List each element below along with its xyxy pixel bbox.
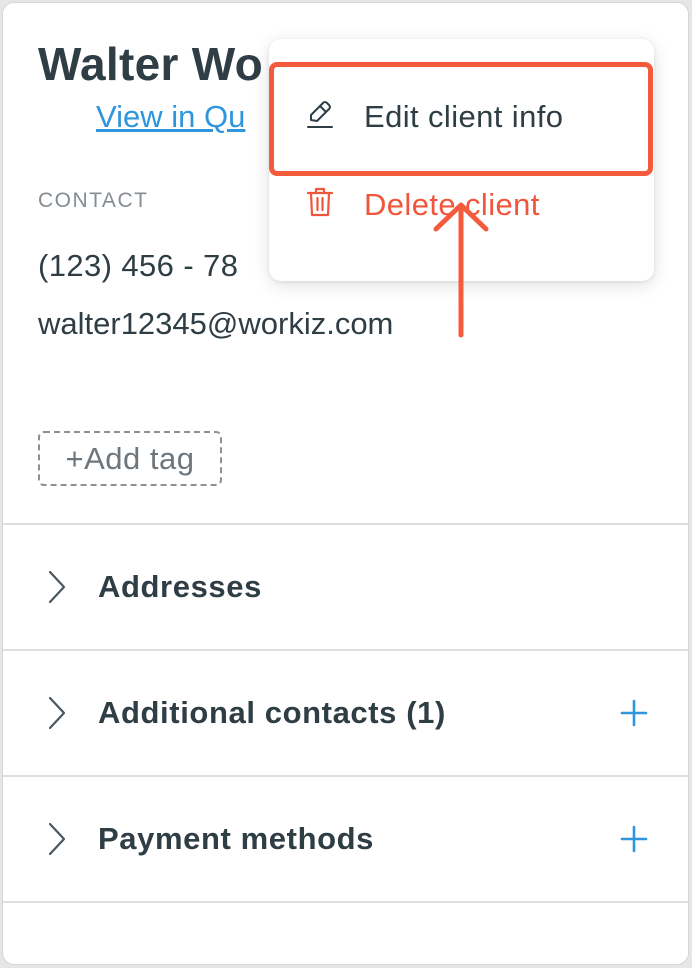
client-email: walter12345@workiz.com <box>38 306 394 341</box>
section-row-addresses[interactable]: Addresses <box>3 523 688 649</box>
chevron-right-icon <box>48 570 66 604</box>
client-card: Walter Wo View in Qu CONTACT (123) 456 -… <box>2 2 689 965</box>
section-title: Addresses <box>98 569 262 604</box>
chevron-right-icon <box>48 822 66 856</box>
section-title: Additional contacts (1) <box>98 695 446 730</box>
delete-client-label: Delete client <box>364 187 540 222</box>
pencil-icon <box>307 101 333 128</box>
contact-section-label: CONTACT <box>38 189 149 212</box>
add-contact-plus-icon[interactable] <box>620 699 648 727</box>
client-actions-menu: Edit client info Delete client <box>269 39 654 281</box>
client-name: Walter Wo <box>38 38 264 90</box>
section-row-payment-methods[interactable]: Payment methods <box>3 775 688 901</box>
section-row-additional-contacts[interactable]: Additional contacts (1) <box>3 649 688 775</box>
edit-client-info-label: Edit client info <box>364 99 564 134</box>
edit-client-info-menu-item[interactable]: Edit client info <box>269 81 654 151</box>
section-title: Payment methods <box>98 821 375 856</box>
delete-client-menu-item[interactable]: Delete client <box>269 169 654 239</box>
section-row-empty <box>3 901 688 964</box>
trash-icon <box>306 187 334 217</box>
add-tag-button[interactable]: +Add tag <box>38 431 222 486</box>
view-in-quickbooks-link[interactable]: View in Qu <box>96 99 245 135</box>
client-phone: (123) 456 - 78 <box>38 248 239 283</box>
add-payment-plus-icon[interactable] <box>620 825 648 853</box>
chevron-right-icon <box>48 696 66 730</box>
